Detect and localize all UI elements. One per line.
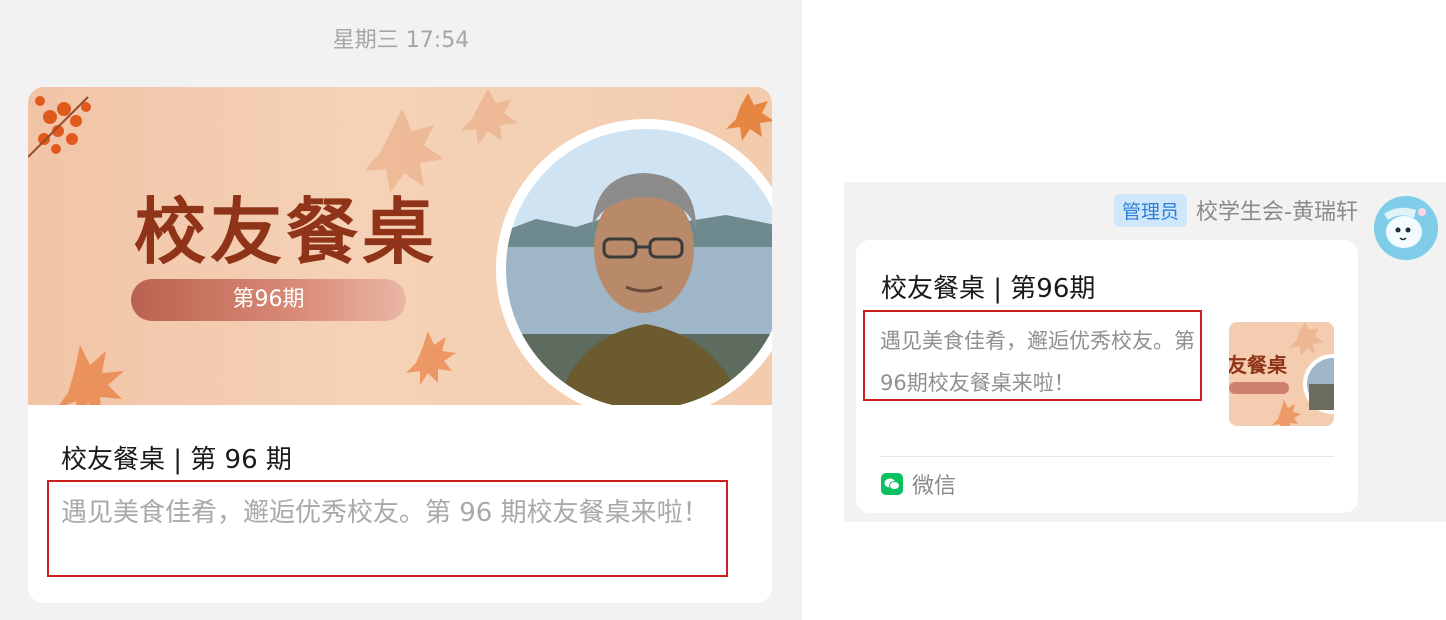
link-card-divider — [881, 456, 1334, 457]
message-timestamp: 星期三 17:54 — [332, 28, 470, 53]
thumb-title-text: 友餐桌 — [1229, 353, 1288, 377]
link-card[interactable]: 校友餐桌 | 第96期 遇见美食佳肴，邂逅优秀校友。第96期校友餐桌来啦！ 友餐… — [856, 240, 1358, 513]
cartoon-avatar-icon — [1374, 196, 1438, 260]
article-card[interactable]: 校友餐桌 第96期 校友餐桌 | 第 96 期 遇见美食佳肴，邂逅优秀校友。第 … — [28, 87, 772, 603]
article-cover-image: 校友餐桌 第96期 — [28, 87, 772, 405]
sender-avatar[interactable] — [1374, 196, 1438, 260]
admin-badge: 管理员 — [1114, 193, 1188, 227]
link-card-title: 校友餐桌 | 第96期 — [881, 274, 1096, 304]
cover-title: 校友餐桌 — [134, 190, 439, 274]
right-chat-panel: 管理员 校学生会-黄瑞轩 校友餐桌 | 第96期 遇见美食佳肴，邂逅优秀校友。第… — [844, 182, 1446, 522]
issue-badge: 第96期 — [131, 279, 406, 321]
sender-row: 管理员 校学生会-黄瑞轩 — [1114, 193, 1358, 227]
highlight-box — [47, 480, 728, 577]
wechat-icon — [881, 473, 903, 495]
link-card-source: 微信 — [881, 468, 956, 500]
article-title: 校友餐桌 | 第 96 期 — [61, 445, 292, 475]
sender-name[interactable]: 校学生会-黄瑞轩 — [1196, 194, 1358, 226]
highlight-box — [863, 310, 1202, 401]
alumni-portrait-photo — [496, 119, 772, 405]
source-label: 微信 — [912, 474, 957, 499]
left-chat-panel: 星期三 17:54 校友餐桌 第96期 校友餐桌 | 第 96 期 遇见美食佳肴… — [0, 0, 802, 620]
link-card-thumbnail: 友餐桌 — [1229, 322, 1334, 426]
